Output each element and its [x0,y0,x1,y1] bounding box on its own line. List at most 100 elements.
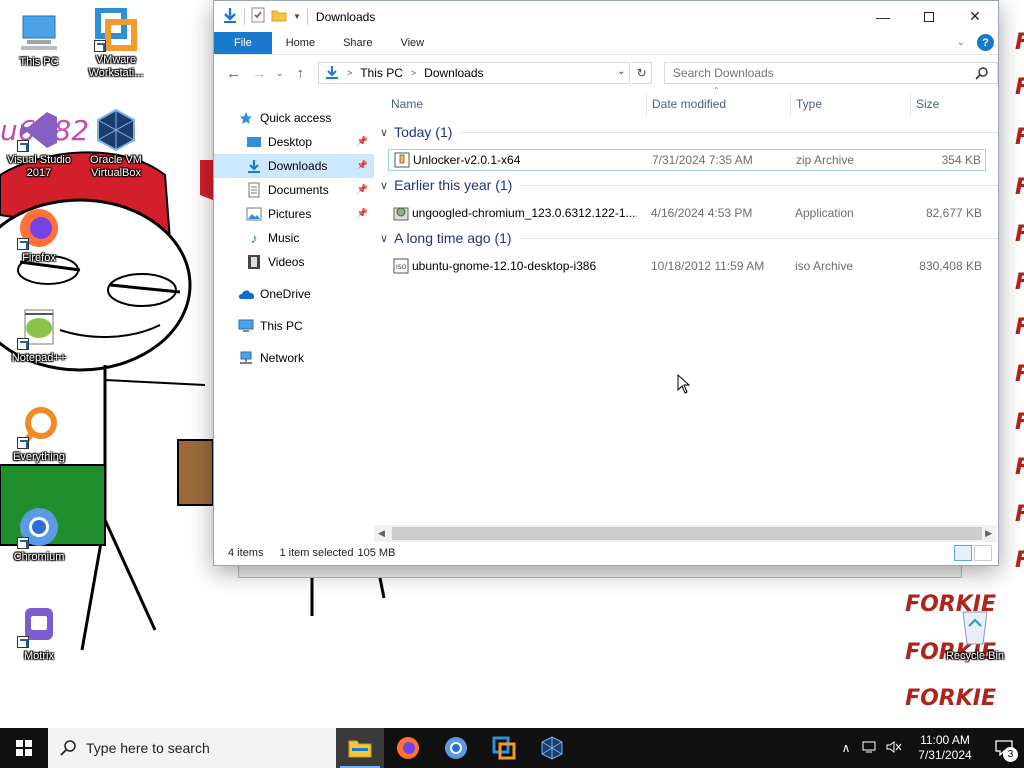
breadcrumb-this-pc[interactable]: This PC [356,66,407,80]
scroll-left-icon[interactable]: ◀ [378,528,385,539]
tab-file[interactable]: File [214,32,272,54]
pin-icon[interactable]: 📌 [357,160,368,171]
column-divider[interactable] [910,94,911,116]
desktop-icon-virtualbox[interactable]: Oracle VM VirtualBox [78,108,154,180]
wallpaper-text: F [1015,125,1024,150]
address-bar[interactable]: > This PC > Downloads ⌄ [317,62,631,84]
column-divider[interactable] [790,94,791,116]
search-box[interactable] [663,62,998,84]
file-type: Application [795,206,854,220]
network-status-icon[interactable] [858,740,882,757]
nav-item-this-pc[interactable]: This PC [214,314,374,338]
column-header-date-modified[interactable]: Date modified [652,92,726,116]
nav-item-documents[interactable]: Documents 📌 [214,178,374,202]
search-input[interactable] [672,66,973,80]
taskbar-app-file-explorer[interactable] [336,728,384,768]
tab-share[interactable]: Share [329,32,386,54]
desktop-icon-everything[interactable]: Everything [1,405,77,464]
minimize-button[interactable]: — [860,1,906,32]
refresh-icon: ↻ [636,66,647,80]
nav-item-downloads[interactable]: Downloads 📌 [214,154,374,178]
desktop-icon-motrix[interactable]: Motrix [1,604,77,663]
nav-item-network[interactable]: Network [214,346,374,370]
status-selected-count: 1 item selected [279,547,354,559]
chevron-down-icon: ∨ [380,179,389,192]
desktop-icon-firefox[interactable]: Firefox [1,206,77,265]
tab-home[interactable]: Home [272,32,329,54]
breadcrumb-chevron-icon[interactable]: > [407,68,420,78]
column-header-size[interactable]: Size [916,92,939,116]
group-header[interactable]: ∨ A long time ago (1) [380,230,998,246]
address-dropdown-icon[interactable]: ⌄ [617,66,625,77]
desktop-icon-recycle-bin[interactable]: Recycle Bin [937,604,1013,663]
breadcrumb-chevron-icon[interactable]: > [343,68,356,78]
taskbar-search-box[interactable]: Type here to search [48,728,336,768]
nav-item-videos[interactable]: Videos [214,250,374,274]
scroll-right-icon[interactable]: ▶ [985,528,992,539]
download-arrow-icon[interactable] [222,7,238,26]
properties-icon[interactable] [251,7,265,26]
start-button[interactable] [0,728,48,768]
group-header[interactable]: ∨ Today (1) [380,124,998,140]
customize-toolbar-icon[interactable]: ▼ [293,12,301,21]
close-button[interactable]: ✕ [952,1,998,32]
desktop-folder-icon [246,134,262,150]
file-row[interactable]: Unlocker-v2.0.1-x64 7/31/2024 7:35 AM zi… [388,149,986,171]
desktop-icon-visual-studio[interactable]: Visual Studio 2017 [1,108,77,180]
nav-item-label: Network [260,351,305,365]
nav-item-desktop[interactable]: Desktop 📌 [214,130,374,154]
column-header-name[interactable]: Name [391,92,423,116]
chromium-icon [17,505,61,549]
desktop-icon-label: This PC [19,56,59,68]
expand-ribbon-icon[interactable]: ⌄ [957,37,965,48]
desktop-icon-vmware[interactable]: VMware Workstati... [78,7,154,80]
nav-item-quick-access[interactable]: Quick access [214,106,374,130]
desktop-icon-chromium[interactable]: Chromium [1,505,77,564]
desktop-icon-notepadpp[interactable]: Notepad++ [1,306,77,365]
system-tray: ∧ 11:00 AM 7/31/2024 3 [834,728,1024,768]
pin-icon[interactable]: 📌 [357,136,368,147]
wallpaper-text: F [1015,410,1024,435]
desktop-icon-this-pc[interactable]: This PC [1,10,77,69]
forward-button[interactable]: → [247,61,270,85]
volume-muted-icon[interactable] [882,740,906,757]
nav-item-pictures[interactable]: Pictures 📌 [214,202,374,226]
status-selected-size: 105 MB [357,547,396,559]
file-row[interactable]: ISO ubuntu-gnome-12.10-desktop-i386 10/1… [388,255,986,277]
up-button[interactable]: ↑ [289,61,312,85]
tab-view[interactable]: View [386,32,438,54]
column-header-type[interactable]: Type [796,92,822,116]
title-bar[interactable]: ▼ Downloads — ✕ [214,1,998,32]
large-icons-view-button[interactable] [974,545,992,561]
pin-icon[interactable]: 📌 [357,208,368,219]
help-icon[interactable]: ? [977,34,994,51]
taskbar-clock[interactable]: 11:00 AM 7/31/2024 [906,733,984,763]
taskbar-app-firefox[interactable] [384,728,432,768]
file-explorer-window: ▼ Downloads — ✕ File Home Share View ⌄ ?… [213,0,999,566]
new-folder-icon[interactable] [271,8,287,25]
action-center-button[interactable]: 3 [984,728,1024,768]
column-divider[interactable] [646,94,647,116]
taskbar-app-chromium[interactable] [432,728,480,768]
show-hidden-icons-icon[interactable]: ∧ [834,741,858,755]
details-view-button[interactable] [954,545,972,561]
refresh-button[interactable]: ↻ [632,62,652,84]
taskbar-app-virtualbox[interactable] [528,728,576,768]
group-header[interactable]: ∨ Earlier this year (1) [380,177,998,193]
nav-item-music[interactable]: ♪ Music [214,226,374,250]
recent-locations-button[interactable]: ⌄ [273,61,287,85]
group-label: Earlier this year (1) [394,177,513,193]
breadcrumb-downloads[interactable]: Downloads [420,66,487,80]
taskbar-app-vmware[interactable] [480,728,528,768]
horizontal-scrollbar[interactable]: ◀ ▶ [374,525,996,542]
vmware-icon [492,736,516,760]
pin-icon[interactable]: 📌 [357,184,368,195]
navigation-bar: ← → ⌄ ↑ > This PC > Downloads ⌄ ↻ [214,55,998,91]
scrollbar-thumb[interactable] [392,527,982,540]
back-button[interactable]: ← [222,61,245,85]
nav-item-onedrive[interactable]: OneDrive [214,282,374,306]
search-icon [975,66,989,83]
file-row[interactable]: ungoogled-chromium_123.0.6312.122-1.... … [388,202,986,224]
maximize-button[interactable] [906,1,952,32]
file-date: 4/16/2024 4:53 PM [651,206,753,220]
